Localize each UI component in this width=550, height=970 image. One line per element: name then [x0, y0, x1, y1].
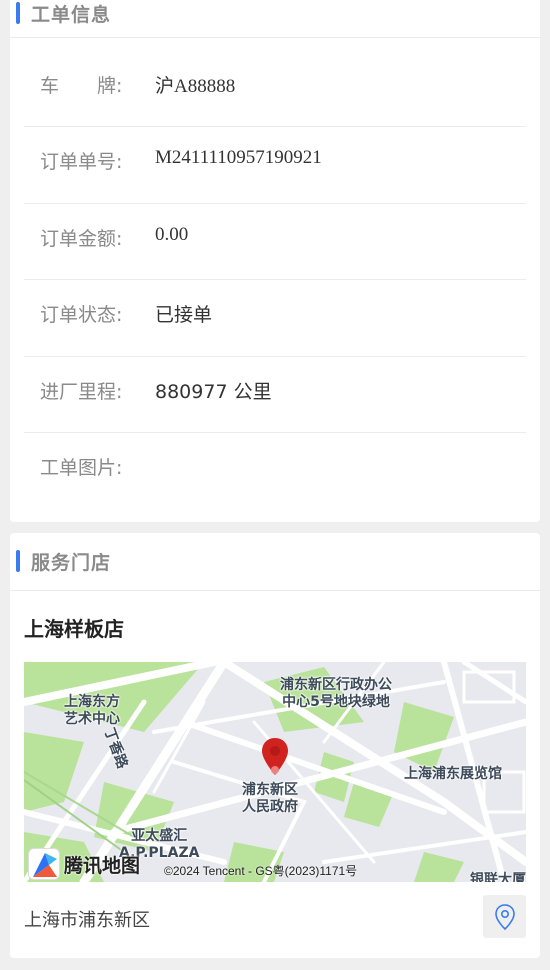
map-label-corner: 银联大厦	[470, 872, 526, 882]
store-address: 上海市浦东新区	[24, 910, 150, 931]
map-marker-icon[interactable]	[261, 737, 289, 777]
section-title: 工单信息	[31, 4, 112, 26]
mileage-label: 进厂里程:	[40, 380, 123, 403]
store-name: 上海样板店	[24, 617, 124, 641]
map-label-admin-center: 浦东新区行政办公 中心5号地块绿地	[280, 677, 392, 710]
order-amount-row: 订单金额: 0.00	[24, 204, 526, 281]
map-label-gov: 浦东新区 人民政府	[242, 782, 298, 815]
order-info-header: 工单信息	[10, 0, 540, 38]
order-images-label: 工单图片:	[40, 456, 123, 479]
order-status-value: 已接单	[155, 304, 213, 327]
order-number-label: 订单单号:	[40, 151, 123, 174]
tencent-map-logo-icon	[28, 848, 60, 880]
order-info-list: 车牌: 沪A88888 订单单号: M2411110957190921 订单金额…	[24, 51, 526, 509]
order-status-label: 订单状态:	[40, 304, 123, 327]
section-accent-bar	[16, 550, 20, 572]
location-button[interactable]	[483, 895, 526, 938]
tencent-map-logo-text: 腾讯地图	[64, 854, 141, 877]
service-store-card: 服务门店 上海样板店 上海东方 艺术中心 浦东新区行政办公 中心5号地块绿地 丁…	[10, 533, 540, 958]
tencent-map-logo: 腾讯地图	[28, 848, 140, 880]
order-status-row: 订单状态: 已接单	[24, 280, 526, 357]
map-copyright: ©2024 Tencent - GS粤(2023)1171号	[164, 864, 358, 878]
plate-row: 车牌: 沪A88888	[24, 51, 526, 128]
plate-label: 车牌:	[40, 75, 123, 97]
order-info-card: 工单信息 车牌: 沪A88888 订单单号: M2411110957190921…	[10, 0, 540, 522]
service-store-header: 服务门店	[10, 533, 540, 591]
mileage-value: 880977 公里	[155, 380, 272, 403]
map-label-east-art: 上海东方 艺术中心	[64, 694, 120, 727]
order-number-row: 订单单号: M2411110957190921	[24, 127, 526, 204]
plate-value: 沪A88888	[155, 76, 236, 97]
order-number-value: M2411110957190921	[155, 147, 322, 169]
order-amount-value: 0.00	[155, 223, 189, 245]
mileage-row: 进厂里程: 880977 公里	[24, 357, 526, 433]
order-amount-label: 订单金额:	[40, 227, 123, 250]
location-pin-icon	[494, 903, 515, 930]
map-label-exhibition: 上海浦东展览馆	[404, 766, 502, 782]
store-map[interactable]: 上海东方 艺术中心 浦东新区行政办公 中心5号地块绿地 丁香路 浦东新区 人民政府 上…	[24, 662, 526, 882]
order-images-row: 工单图片:	[24, 433, 526, 509]
section-title: 服务门店	[31, 552, 112, 574]
section-accent-bar	[16, 2, 20, 24]
